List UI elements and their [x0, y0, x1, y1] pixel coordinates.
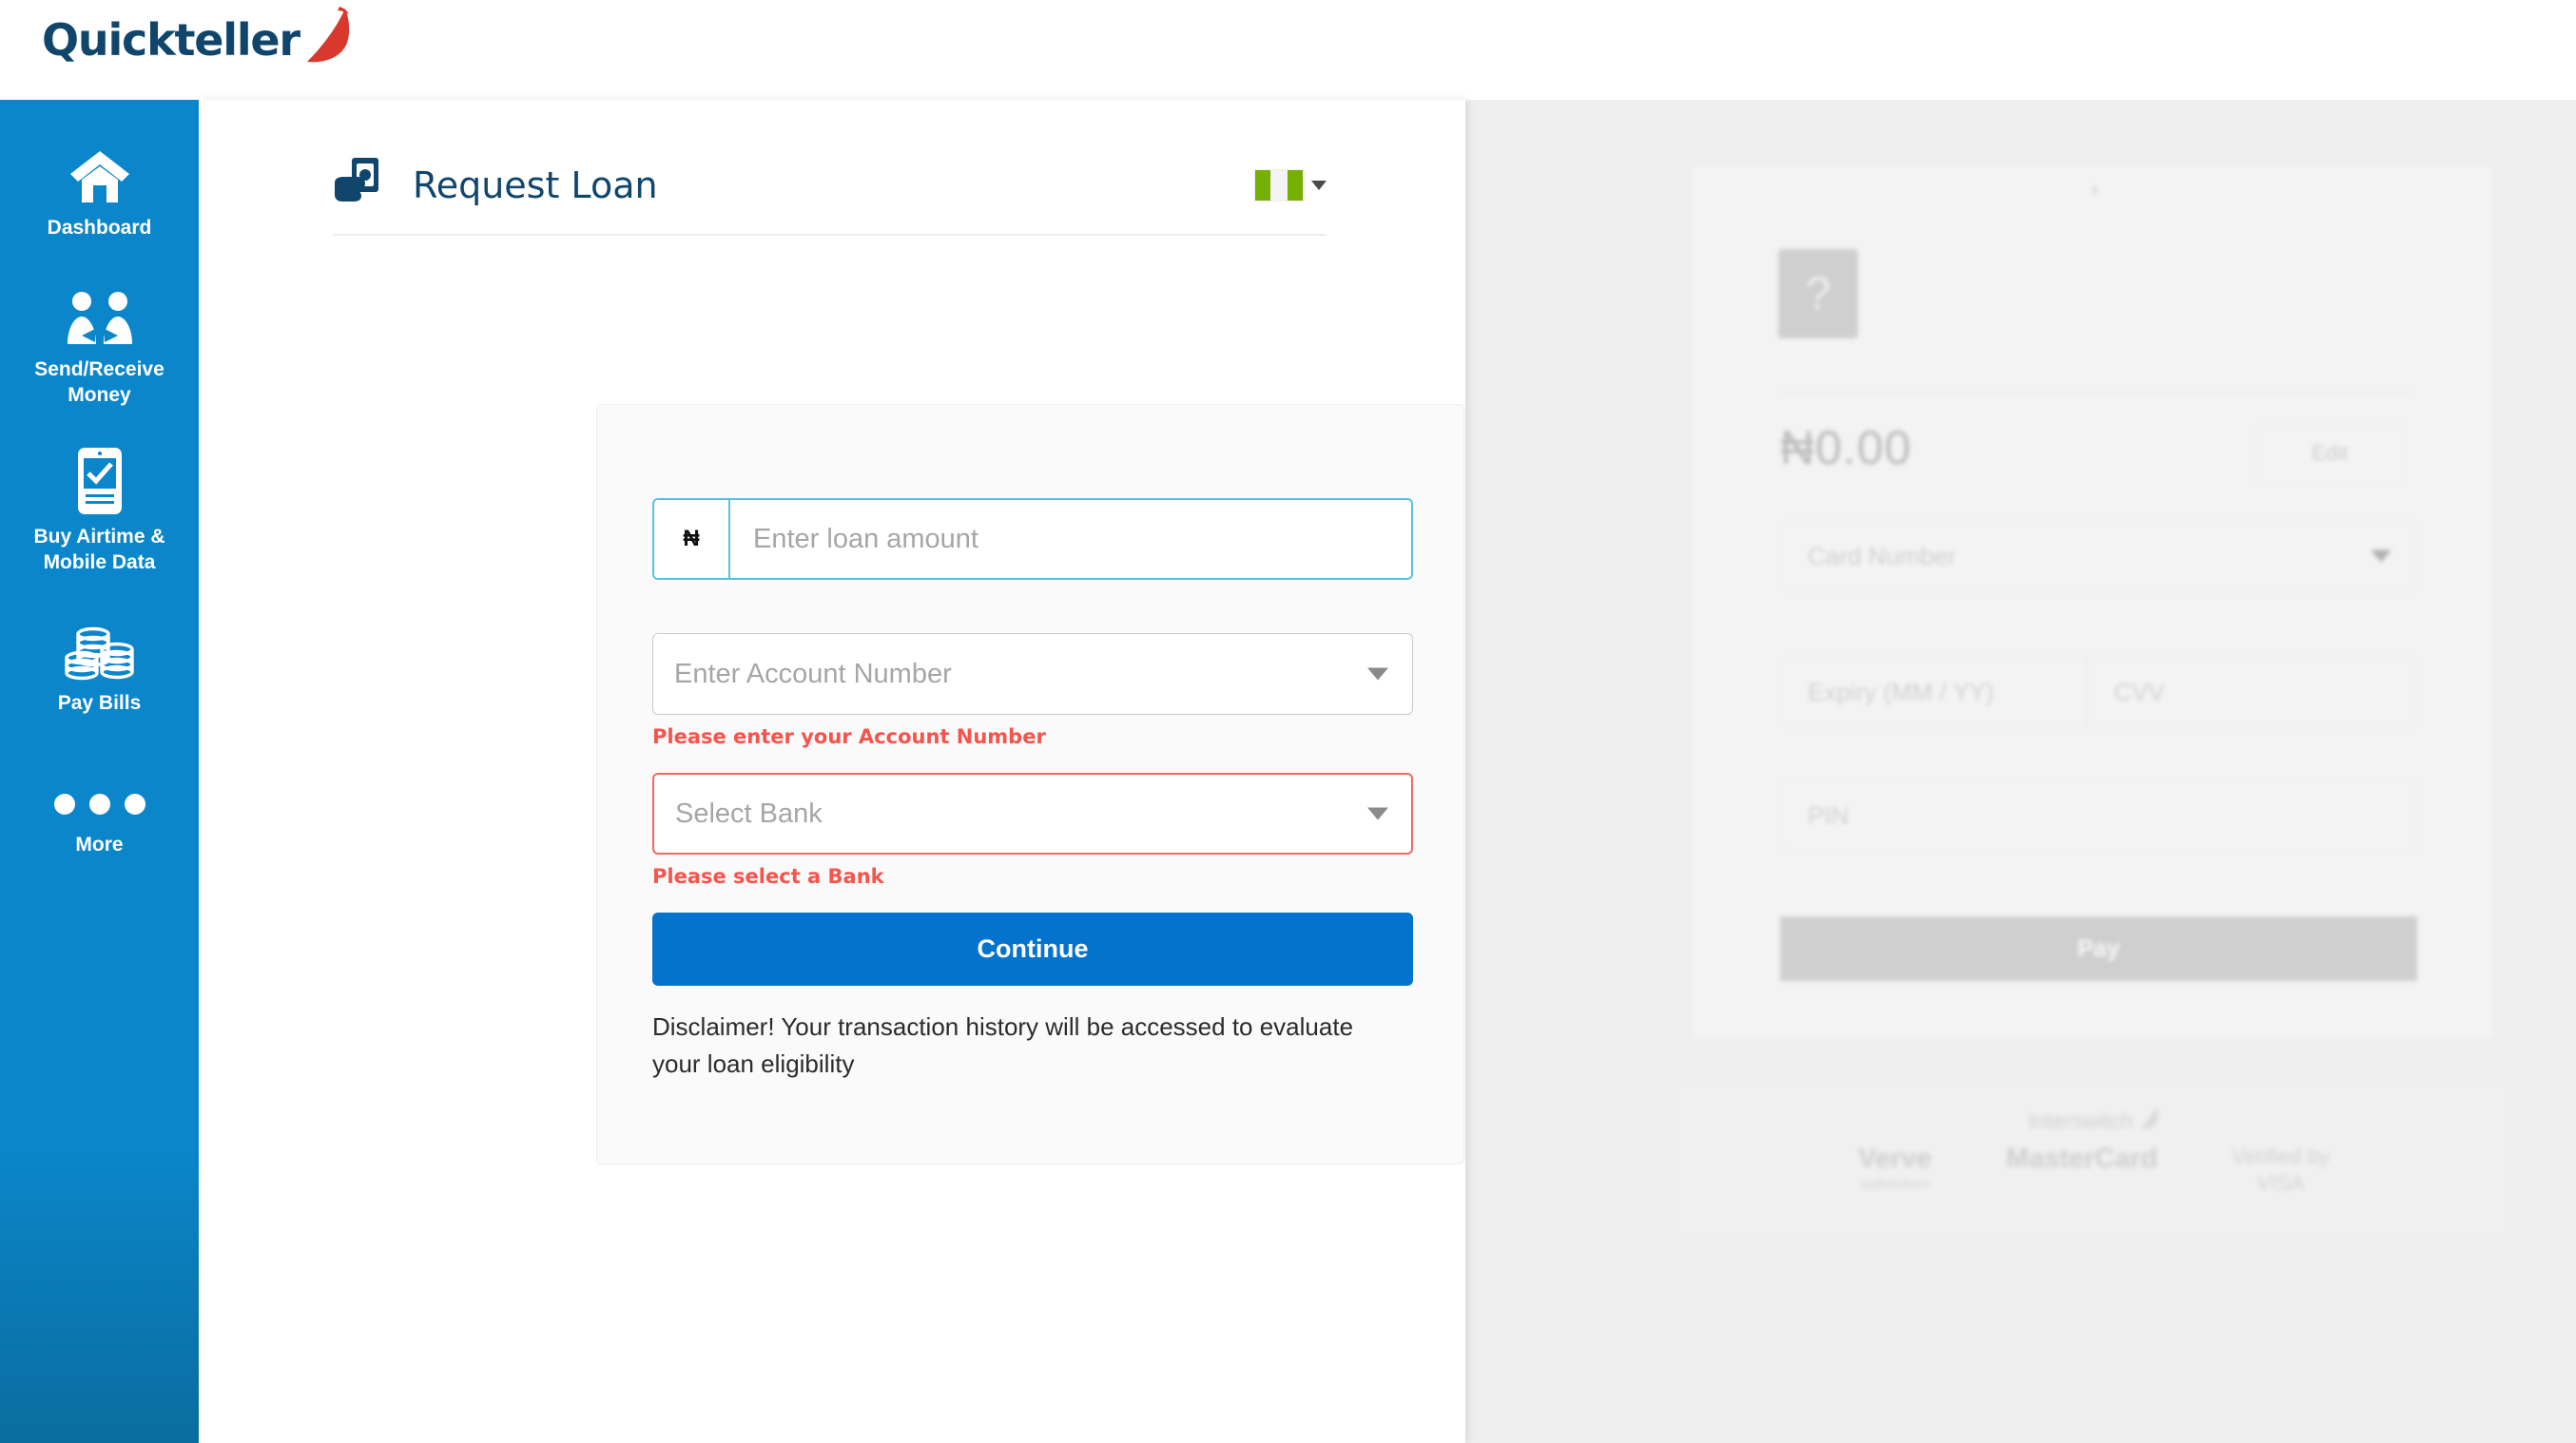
verve-label: Verve	[1858, 1144, 1932, 1174]
cvv-input[interactable]: CVV	[2086, 658, 2417, 726]
verified-by-visa-logo: Verified by VISA	[2232, 1144, 2330, 1196]
sidebar-item-pay-bills[interactable]: Pay Bills	[0, 615, 199, 717]
mastercard-label: MasterCard	[2005, 1144, 2159, 1174]
logo-text: Quickteller	[42, 14, 300, 66]
sidebar: Dashboard Send/Receive Money Buy Airtime…	[0, 100, 199, 1443]
verve-sub-label: safetoken	[1859, 1175, 1930, 1193]
mobile-phone-check-icon	[77, 447, 123, 515]
request-loan-form-card: ₦ Enter Account Number Please enter your…	[596, 404, 1464, 1164]
verve-logo: Verve safetoken	[1858, 1144, 1931, 1194]
sidebar-item-label: Buy Airtime & Mobile Data	[33, 525, 165, 573]
payment-panel: ? ₦0.00 Edit Card Number Expiry (MM / YY…	[1465, 100, 2576, 1443]
interswitch-swoosh-icon	[2139, 1106, 2160, 1136]
edit-button[interactable]: Edit	[2255, 424, 2405, 483]
dot	[124, 794, 145, 816]
payment-card: ? ₦0.00 Edit Card Number Expiry (MM / YY…	[1692, 164, 2493, 1039]
sidebar-item-more[interactable]: More	[0, 757, 199, 858]
home-icon	[68, 140, 131, 206]
dot	[53, 794, 75, 816]
sidebar-item-label: Pay Bills	[57, 692, 142, 715]
chevron-down-icon	[1311, 180, 1327, 190]
app-screen: Quickteller Dashboard Send/Receive Money…	[0, 0, 2576, 1443]
chevron-down-icon	[2371, 549, 2392, 563]
people-exchange-icon	[64, 281, 136, 348]
sidebar-item-buy-airtime-mobile-data[interactable]: Buy Airtime & Mobile Data	[0, 447, 199, 576]
quickteller-swoosh-icon	[301, 6, 357, 74]
language-selector[interactable]	[1254, 168, 1327, 202]
bank-select[interactable]: Select Bank	[652, 773, 1413, 855]
three-dots-icon	[53, 757, 145, 823]
bank-field-group: Select Bank	[652, 773, 1413, 855]
sidebar-item-send-receive-money[interactable]: Send/Receive Money	[0, 281, 199, 409]
dot	[88, 794, 110, 816]
card-number-input[interactable]: Card Number	[1780, 522, 2417, 590]
top-bar: Quickteller	[0, 0, 2576, 100]
visa-line2: VISA	[2256, 1170, 2305, 1195]
disclaimer-text: Disclaimer! Your transaction history wil…	[652, 1012, 1354, 1078]
continue-button[interactable]: Continue	[652, 913, 1413, 986]
hand-holding-cash-icon	[333, 156, 382, 214]
page-title: Request Loan	[413, 164, 658, 206]
quickteller-logo[interactable]: Quickteller	[42, 6, 357, 74]
payment-footer: Interswitch Verve safetoken MasterCard V…	[1682, 1088, 2506, 1231]
loan-amount-input[interactable]	[730, 500, 1411, 578]
interswitch-brand: Interswitch	[2028, 1106, 2160, 1136]
sidebar-item-dashboard[interactable]: Dashboard	[0, 140, 199, 241]
loader-dot	[2092, 186, 2097, 194]
card-brand-logos: Verve safetoken MasterCard Verified by V…	[1858, 1144, 2330, 1196]
sidebar-item-label: Dashboard	[47, 217, 152, 239]
sidebar-item-label: More	[75, 834, 124, 856]
mastercard-logo: MasterCard	[2006, 1144, 2159, 1175]
visa-line1: Verified by	[2232, 1145, 2330, 1168]
interswitch-label: Interswitch	[2028, 1107, 2133, 1133]
payment-amount: ₦0.00	[1780, 421, 1912, 474]
account-number-field-group: Enter Account Number	[652, 633, 1413, 715]
loan-amount-field-group: ₦	[652, 498, 1413, 580]
page-header: Request Loan	[333, 136, 1327, 236]
account-number-select[interactable]: Enter Account Number	[652, 633, 1413, 715]
question-mark-icon[interactable]: ?	[1778, 249, 1858, 338]
account-number-error: Please enter your Account Number	[652, 725, 1046, 748]
currency-symbol: ₦	[654, 500, 730, 578]
sidebar-item-label: Send/Receive Money	[34, 357, 165, 406]
nigeria-flag-icon	[1254, 168, 1304, 202]
coins-stack-icon	[64, 615, 135, 682]
bank-error: Please select a Bank	[652, 865, 884, 888]
expiry-input[interactable]: Expiry (MM / YY)	[1780, 658, 2086, 726]
pin-input[interactable]: PIN	[1780, 781, 2417, 850]
form-fields: ₦ Enter Account Number Please enter your…	[652, 498, 1413, 1083]
main-content: Request Loan ₦ Enter Account Number Plea…	[199, 100, 1465, 1443]
pay-button[interactable]: Pay	[1780, 916, 2417, 981]
